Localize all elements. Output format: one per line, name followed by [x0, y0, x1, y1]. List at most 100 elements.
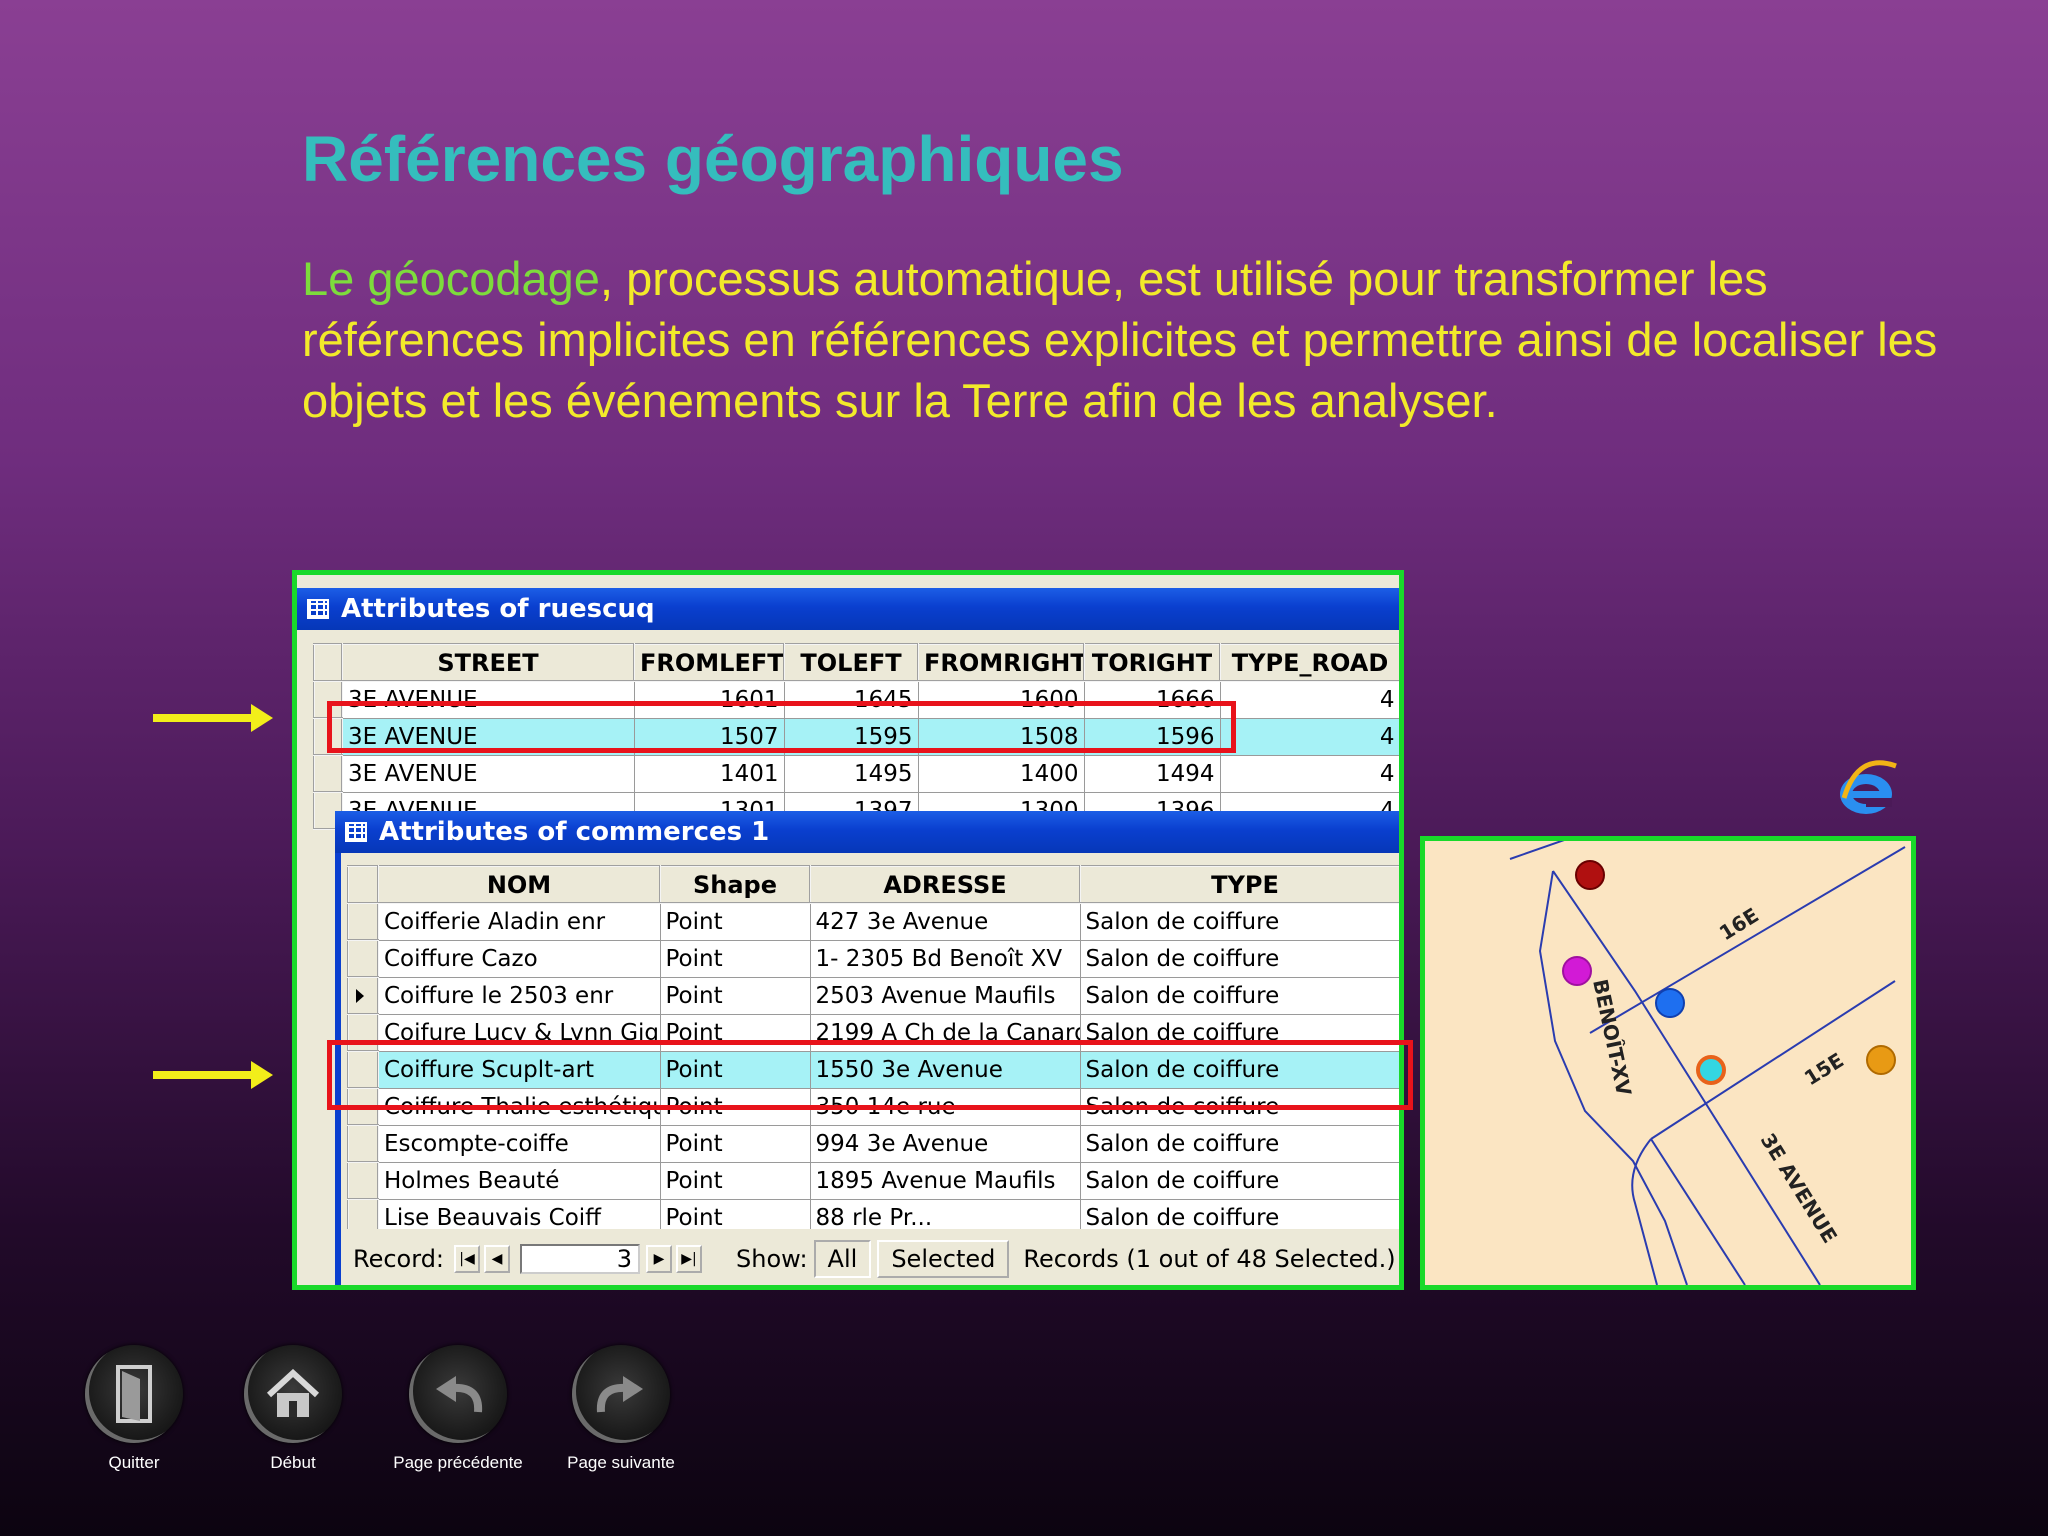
intro-keyword: Le géocodage — [302, 252, 600, 305]
row-selector[interactable] — [347, 1161, 379, 1200]
arrow-streets-pointer — [153, 704, 273, 732]
redo-arrow-icon — [572, 1345, 670, 1443]
record-label: Record: — [353, 1245, 445, 1273]
table-row[interactable]: Escompte-coiffe Point 994 3e Avenue Salon d… — [347, 1124, 1399, 1163]
map-point[interactable] — [1562, 956, 1592, 986]
table-cell[interactable]: 2503 Avenue Maufils — [809, 976, 1081, 1015]
nav-quit[interactable]: Quitter — [64, 1345, 204, 1473]
row-selector[interactable] — [347, 1124, 379, 1163]
undo-arrow-icon — [409, 1345, 507, 1443]
table-cell[interactable]: Coiffure le 2503 enr — [377, 976, 661, 1015]
table-cell[interactable]: Point — [659, 1124, 811, 1163]
table-cell[interactable]: Point — [659, 902, 811, 941]
column-header[interactable]: FROMRIGHT — [917, 643, 1085, 682]
show-all-button[interactable]: All — [813, 1240, 872, 1278]
table-cell[interactable]: 1494 — [1083, 754, 1221, 793]
table-cell[interactable]: Salon de coiffure — [1079, 1124, 1399, 1163]
prev-record-button[interactable]: ◀ — [484, 1245, 511, 1273]
map-point[interactable] — [1655, 988, 1685, 1018]
table-cell[interactable]: Point — [659, 1161, 811, 1200]
table-cell[interactable]: 1495 — [783, 754, 919, 793]
geocoded-point[interactable] — [1696, 1055, 1726, 1085]
table-cell[interactable]: Point — [659, 939, 811, 978]
record-number-input[interactable]: 3 — [520, 1244, 641, 1274]
street-15e-line — [1650, 980, 1896, 1140]
column-header[interactable]: FROMLEFT — [633, 643, 785, 682]
table-cell[interactable]: 3E AVENUE — [341, 754, 635, 793]
table-row[interactable]: Coifferie Aladin enr Point 427 3e Avenue Sa… — [347, 902, 1399, 941]
show-label: Show: — [736, 1245, 808, 1273]
attribute-tables-frame: Attributes of ruescuq STREET FROMLEFT TOLE… — [292, 570, 1404, 1290]
map-point[interactable] — [1575, 860, 1605, 890]
home-icon — [244, 1345, 342, 1443]
row-selector[interactable] — [347, 976, 379, 1015]
table-cell[interactable]: Escompte-coiffe — [377, 1124, 661, 1163]
nav-start-label: Début — [270, 1453, 316, 1472]
table-cell[interactable]: Coifferie Aladin enr — [377, 902, 661, 941]
map-label-3e-avenue: 3E AVENUE — [1756, 1129, 1842, 1247]
table-cell[interactable]: 427 3e Avenue — [809, 902, 1081, 941]
nav-previous-page[interactable]: Page précédente — [388, 1345, 528, 1473]
table-row[interactable]: Holmes Beauté Point 1895 Avenue Maufils Sal… — [347, 1161, 1399, 1200]
map-label-benoit-xv: BENOÎT-XV — [1588, 977, 1636, 1098]
slide-title: Références géographiques — [302, 123, 1124, 195]
show-selected-button[interactable]: Selected — [877, 1240, 1010, 1278]
street-line — [1509, 841, 1565, 860]
records-count: Records (1 out of 48 Selected.) — [1023, 1245, 1396, 1273]
table-cell[interactable]: Salon de coiffure — [1079, 1161, 1399, 1200]
streets-window-title: Attributes of ruescuq — [341, 594, 655, 624]
column-header[interactable]: TYPE_ROAD — [1219, 643, 1399, 682]
table-icon — [307, 599, 329, 619]
map-point[interactable] — [1866, 1045, 1896, 1075]
commerce-match-highlight — [327, 1040, 1413, 1110]
commerces-window-title: Attributes of commerces 1 — [379, 817, 770, 847]
table-cell[interactable]: 4 — [1219, 754, 1399, 793]
door-icon — [85, 1345, 183, 1443]
street-3e-avenue-line — [1552, 870, 1821, 1285]
table-cell[interactable]: Salon de coiffure — [1079, 976, 1399, 1015]
streets-window-titlebar[interactable]: Attributes of ruescuq — [297, 588, 1399, 630]
slide-intro: Le géocodage, processus automatique, est… — [302, 248, 1942, 431]
table-row[interactable]: Coiffure le 2503 enr Point 2503 Avenue Mau… — [347, 976, 1399, 1015]
nav-next-label: Page suivante — [567, 1453, 675, 1472]
row-selector[interactable] — [347, 939, 379, 978]
table-row[interactable]: 3E AVENUE 1401 1495 1400 1494 4 — [313, 754, 1399, 793]
table-cell[interactable]: 4 — [1219, 680, 1399, 719]
column-header[interactable]: TORIGHT — [1083, 643, 1221, 682]
table-icon — [345, 822, 367, 842]
table-cell[interactable]: Point — [659, 976, 811, 1015]
table-cell[interactable]: 4 — [1219, 717, 1399, 756]
map-frame: 16E 15E 3E AVENUE BENOÎT-XV — [1420, 836, 1916, 1290]
column-header[interactable]: ADRESSE — [809, 865, 1081, 904]
internet-explorer-icon[interactable] — [1838, 758, 1898, 820]
nav-start[interactable]: Début — [223, 1345, 363, 1473]
column-header[interactable]: TOLEFT — [783, 643, 919, 682]
nav-next-page[interactable]: Page suivante — [551, 1345, 691, 1473]
column-header[interactable]: Shape — [659, 865, 811, 904]
table-cell[interactable]: Coiffure Cazo — [377, 939, 661, 978]
record-statusbar: Record: |◀ ◀ 3 ▶ ▶| Show: All Selected R… — [341, 1229, 1399, 1285]
first-record-button[interactable]: |◀ — [454, 1245, 481, 1273]
street-line — [1631, 1138, 1658, 1285]
table-cell[interactable]: Salon de coiffure — [1079, 939, 1399, 978]
column-header[interactable]: NOM — [377, 865, 661, 904]
table-cell[interactable]: 1- 2305 Bd Benoît XV — [809, 939, 1081, 978]
row-selector-header — [313, 643, 343, 682]
table-cell[interactable]: 994 3e Avenue — [809, 1124, 1081, 1163]
street-map: 16E 15E 3E AVENUE BENOÎT-XV — [1509, 841, 1906, 1285]
row-selector[interactable] — [313, 754, 343, 793]
commerces-window-titlebar[interactable]: Attributes of commerces 1 — [335, 811, 1399, 853]
table-cell[interactable]: Salon de coiffure — [1079, 902, 1399, 941]
table-cell[interactable]: 1895 Avenue Maufils — [809, 1161, 1081, 1200]
column-header[interactable]: STREET — [341, 643, 635, 682]
next-record-button[interactable]: ▶ — [646, 1245, 673, 1273]
column-header[interactable]: TYPE — [1079, 865, 1399, 904]
table-cell[interactable]: Holmes Beauté — [377, 1161, 661, 1200]
table-cell[interactable]: 1400 — [917, 754, 1085, 793]
table-cell[interactable]: 1401 — [633, 754, 785, 793]
row-selector[interactable] — [347, 902, 379, 941]
last-record-button[interactable]: ▶| — [676, 1245, 703, 1273]
table-row[interactable]: Coiffure Cazo Point 1- 2305 Bd Benoît XV Sa… — [347, 939, 1399, 978]
map-label-15e: 15E — [1800, 1048, 1848, 1090]
nav-previous-label: Page précédente — [393, 1453, 523, 1472]
